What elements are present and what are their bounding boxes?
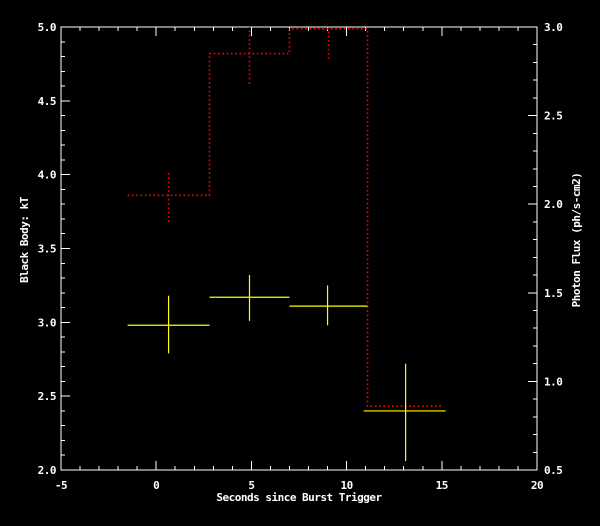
x-tick-label: 20 xyxy=(531,479,543,492)
y-right-tick-label: 2.5 xyxy=(544,110,562,123)
y-left-tick-label: 3.5 xyxy=(38,243,56,256)
y-left-tick-label: 3.0 xyxy=(38,316,56,329)
y-left-tick-label: 5.0 xyxy=(38,21,56,34)
y-left-tick-label: 2.0 xyxy=(38,464,56,477)
y-right-tick-label: 1.5 xyxy=(544,287,562,300)
plot-canvas: -5051015202.02.53.03.54.04.55.00.51.01.5… xyxy=(0,0,600,526)
y-right-tick-label: 0.5 xyxy=(544,464,562,477)
y-left-tick-label: 2.5 xyxy=(38,390,56,403)
y-left-tick-label: 4.5 xyxy=(38,95,56,108)
x-tick-label: -5 xyxy=(55,479,67,492)
y-right-tick-label: 2.0 xyxy=(544,198,562,211)
x-axis-title: Seconds since Burst Trigger xyxy=(216,491,382,504)
y-left-axis-title: Black Body: kT xyxy=(18,196,31,283)
x-tick-label: 0 xyxy=(153,479,159,492)
y-left-tick-label: 4.0 xyxy=(38,169,56,182)
y-right-tick-label: 1.0 xyxy=(544,375,562,388)
plot-background xyxy=(0,0,600,526)
y-right-axis-title: Photon Flux (ph/s-cm2) xyxy=(570,173,583,308)
y-right-tick-label: 3.0 xyxy=(544,21,562,34)
x-tick-label: 15 xyxy=(436,479,448,492)
